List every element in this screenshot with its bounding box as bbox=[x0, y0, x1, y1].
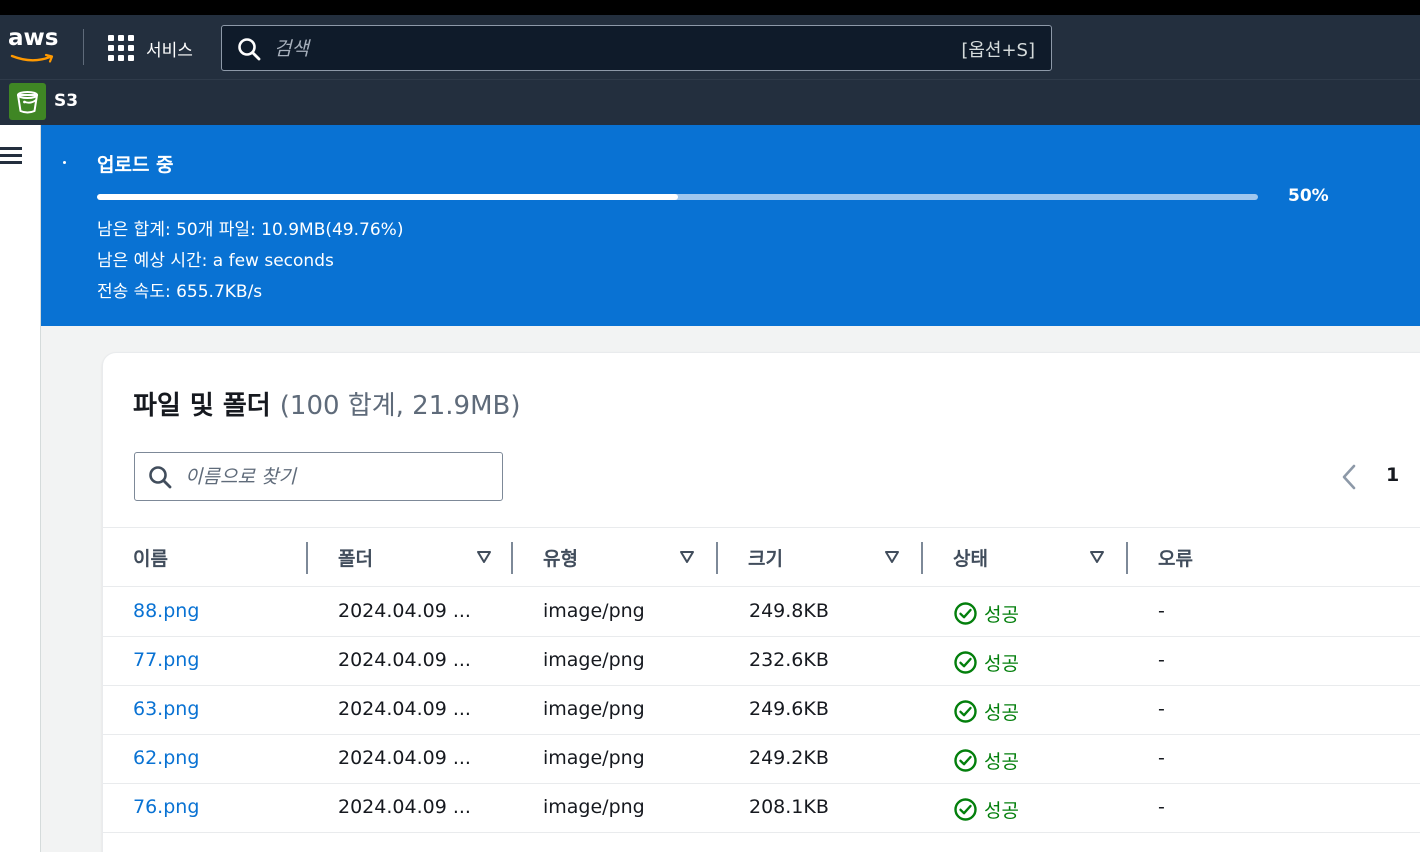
service-bar: S3 bbox=[0, 79, 1420, 125]
pagination-page-1[interactable]: 1 bbox=[1386, 464, 1399, 486]
file-name-link[interactable]: 77.png bbox=[133, 649, 199, 671]
size-cell: 249.8KB bbox=[749, 600, 829, 622]
error-cell: - bbox=[1158, 649, 1165, 671]
upload-progress-fill bbox=[97, 194, 678, 200]
error-cell: - bbox=[1158, 796, 1165, 818]
global-search[interactable]: [옵션+S] bbox=[221, 25, 1052, 71]
status-success-icon bbox=[954, 749, 977, 772]
status-label: 성공 bbox=[984, 653, 1019, 675]
column-header-folder[interactable]: 폴더 bbox=[308, 528, 513, 588]
type-cell: image/png bbox=[543, 796, 645, 818]
global-search-input[interactable] bbox=[274, 34, 914, 64]
chevron-left-icon[interactable] bbox=[1339, 463, 1359, 491]
folder-cell: 2024.04.09 ... bbox=[338, 649, 471, 671]
size-cell: 232.6KB bbox=[749, 649, 829, 671]
aws-smile-icon bbox=[10, 53, 54, 63]
flash-status-dot bbox=[63, 161, 66, 164]
status-success-icon bbox=[954, 700, 977, 723]
hamburger-menu-icon[interactable] bbox=[0, 147, 22, 165]
name-filter[interactable] bbox=[134, 452, 503, 501]
table-row[interactable]: 88.png 2024.04.09 ... image/png 249.8KB 성공 - bbox=[103, 588, 1420, 637]
status-label: 성공 bbox=[984, 604, 1019, 626]
type-cell: image/png bbox=[543, 600, 645, 622]
folder-cell: 2024.04.09 ... bbox=[338, 600, 471, 622]
status-success-icon bbox=[954, 651, 977, 674]
status-label: 성공 bbox=[984, 751, 1019, 773]
column-header-name[interactable]: 이름 bbox=[103, 528, 308, 588]
sort-caret-icon[interactable] bbox=[476, 550, 492, 564]
table-row[interactable]: 76.png 2024.04.09 ... image/png 208.1KB 성공 - bbox=[103, 784, 1420, 833]
files-and-folders-panel: 파일 및 폴더 (100 합계, 21.9MB) 1 이름 폴더 유형 크기 bbox=[102, 352, 1420, 852]
error-cell: - bbox=[1158, 600, 1165, 622]
apps-grid-icon bbox=[108, 35, 134, 61]
file-name-link[interactable]: 63.png bbox=[133, 698, 199, 720]
panel-title: 파일 및 폴더 (100 합계, 21.9MB) bbox=[133, 385, 521, 422]
status-label: 성공 bbox=[984, 800, 1019, 822]
size-cell: 249.6KB bbox=[749, 698, 829, 720]
status-cell: 성공 bbox=[953, 649, 1019, 676]
status-success-icon bbox=[954, 798, 977, 821]
nav-divider bbox=[83, 29, 84, 65]
file-name-link[interactable]: 76.png bbox=[133, 796, 199, 818]
transfer-speed: 전송 속도: 655.7KB/s bbox=[97, 282, 263, 302]
panel-title-count: (100 합계, 21.9MB) bbox=[279, 391, 521, 421]
table-header: 이름 폴더 유형 크기 상태 오류 bbox=[103, 527, 1420, 587]
top-navigation: aws 서비스 [옵션+S] bbox=[0, 15, 1420, 79]
folder-cell: 2024.04.09 ... bbox=[338, 698, 471, 720]
search-icon bbox=[238, 38, 261, 61]
error-cell: - bbox=[1158, 698, 1165, 720]
table-row[interactable]: 63.png 2024.04.09 ... image/png 249.6KB 성공 - bbox=[103, 686, 1420, 735]
column-header-size[interactable]: 크기 bbox=[718, 528, 923, 588]
sort-caret-icon[interactable] bbox=[679, 550, 695, 564]
folder-cell: 2024.04.09 ... bbox=[338, 747, 471, 769]
status-cell: 성공 bbox=[953, 796, 1019, 823]
upload-progress-bar bbox=[97, 194, 1258, 200]
services-label: 서비스 bbox=[146, 40, 193, 61]
column-header-type[interactable]: 유형 bbox=[513, 528, 718, 588]
column-header-status[interactable]: 상태 bbox=[923, 528, 1128, 588]
status-label: 성공 bbox=[984, 702, 1019, 724]
upload-progress-percent: 50% bbox=[1288, 186, 1329, 206]
sort-caret-icon[interactable] bbox=[884, 550, 900, 564]
top-edge bbox=[0, 0, 1420, 15]
file-name-link[interactable]: 62.png bbox=[133, 747, 199, 769]
file-name-link[interactable]: 88.png bbox=[133, 600, 199, 622]
type-cell: image/png bbox=[543, 698, 645, 720]
column-header-error[interactable]: 오류 bbox=[1128, 528, 1420, 588]
name-filter-input[interactable] bbox=[185, 463, 485, 491]
upload-progress-title: 업로드 중 bbox=[97, 154, 174, 176]
status-success-icon bbox=[954, 602, 977, 625]
size-cell: 249.2KB bbox=[749, 747, 829, 769]
remaining-summary: 남은 합계: 50개 파일: 10.9MB(49.76%) bbox=[97, 220, 404, 240]
service-name-link[interactable]: S3 bbox=[54, 91, 78, 111]
type-cell: image/png bbox=[543, 747, 645, 769]
search-icon bbox=[149, 466, 172, 489]
upload-progress-banner: 업로드 중 50% 남은 합계: 50개 파일: 10.9MB(49.76%) … bbox=[41, 125, 1420, 326]
table-row[interactable]: 77.png 2024.04.09 ... image/png 232.6KB 성공 - bbox=[103, 637, 1420, 686]
size-cell: 208.1KB bbox=[749, 796, 829, 818]
aws-logo[interactable]: aws bbox=[8, 25, 60, 65]
error-cell: - bbox=[1158, 747, 1165, 769]
type-cell: image/png bbox=[543, 649, 645, 671]
panel-title-text: 파일 및 폴더 bbox=[133, 391, 271, 421]
s3-bucket-icon[interactable] bbox=[9, 83, 46, 120]
services-menu-button[interactable]: 서비스 bbox=[108, 33, 193, 63]
status-cell: 성공 bbox=[953, 747, 1019, 774]
search-shortcut-hint: [옵션+S] bbox=[961, 40, 1035, 61]
side-navigation-rail bbox=[0, 125, 41, 852]
status-cell: 성공 bbox=[953, 698, 1019, 725]
sort-caret-icon[interactable] bbox=[1089, 550, 1105, 564]
aws-logo-text: aws bbox=[8, 25, 59, 51]
folder-cell: 2024.04.09 ... bbox=[338, 796, 471, 818]
status-cell: 성공 bbox=[953, 600, 1019, 627]
table-row[interactable]: 62.png 2024.04.09 ... image/png 249.2KB 성공 - bbox=[103, 735, 1420, 784]
estimated-time: 남은 예상 시간: a few seconds bbox=[97, 251, 334, 271]
